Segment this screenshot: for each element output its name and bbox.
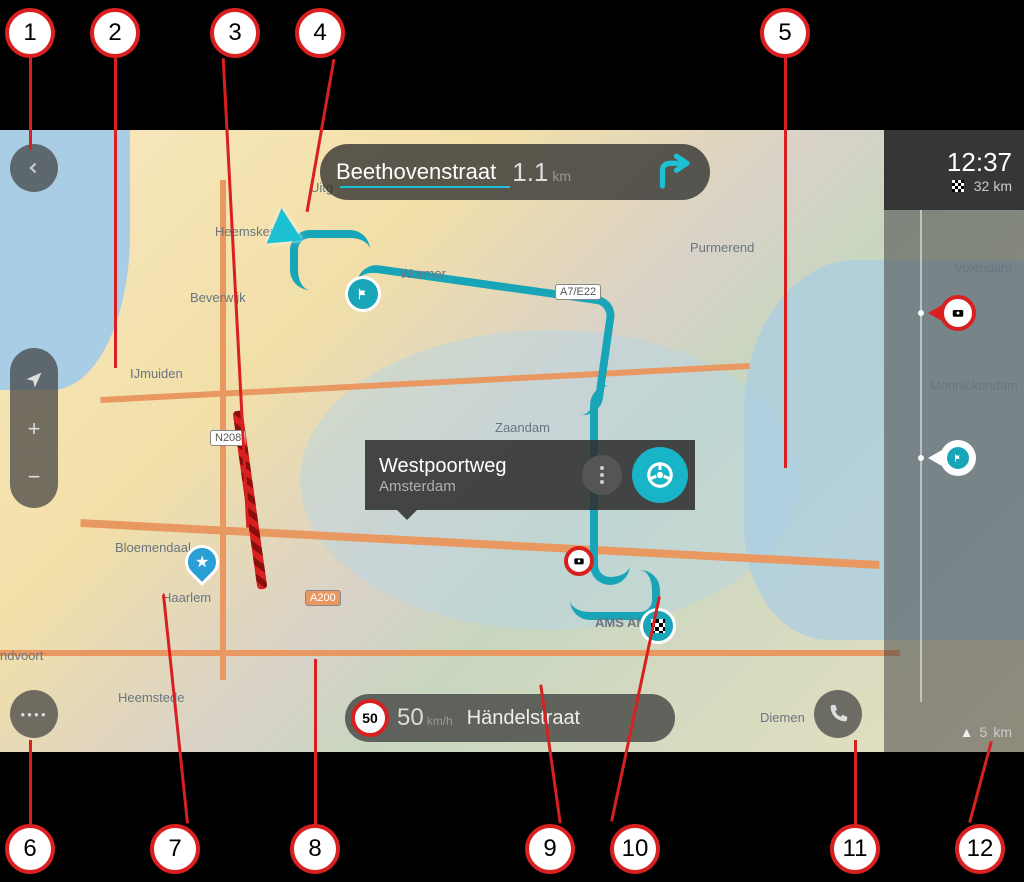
next-instruction-panel[interactable]: Beethovenstraat 1.1 km xyxy=(320,144,710,200)
phone-icon xyxy=(827,703,849,725)
zoom-panel: + − xyxy=(10,348,58,508)
city-label: Monnickendam xyxy=(930,378,1018,393)
route-bar[interactable]: 12:37 32 km ▲ 5 km Volendam Monnickendam xyxy=(884,130,1024,752)
road-badge: A200 xyxy=(305,590,341,606)
callout-2: 2 xyxy=(90,8,140,58)
callout-7: 7 xyxy=(150,824,200,874)
city-label: IJmuiden xyxy=(130,366,183,381)
location-more-button[interactable] xyxy=(582,455,622,495)
zoom-in-button[interactable]: + xyxy=(10,404,58,452)
callout-3: 3 xyxy=(210,8,260,58)
drive-here-button[interactable] xyxy=(632,447,688,503)
city-label: Haarlem xyxy=(162,590,211,605)
current-speed-value: 50 xyxy=(397,704,424,732)
city-label: Diemen xyxy=(760,710,805,725)
nav-arrow-icon xyxy=(24,370,44,390)
current-speed-unit: km/h xyxy=(427,714,453,728)
callout-line xyxy=(114,58,117,368)
route-waypoint-marker[interactable] xyxy=(940,440,984,476)
current-position-icon xyxy=(264,206,303,243)
camera-icon xyxy=(949,304,967,322)
callout-4: 4 xyxy=(295,8,345,58)
city-label: Bloemendaal xyxy=(115,540,191,555)
city-label: Wormer xyxy=(400,266,446,281)
cursor-arrow-icon: ▲ xyxy=(960,724,974,740)
callout-line xyxy=(784,58,787,468)
callout-line xyxy=(854,740,857,824)
callout-5: 5 xyxy=(760,8,810,58)
callout-10: 10 xyxy=(610,824,660,874)
callout-line xyxy=(29,58,32,150)
turn-right-icon xyxy=(652,151,694,193)
dot-icon xyxy=(600,480,604,484)
callout-line xyxy=(29,740,32,824)
arrival-time: 12:37 xyxy=(947,147,1012,178)
star-icon: ★ xyxy=(195,552,209,572)
route-camera-marker[interactable] xyxy=(940,295,984,331)
scale-value: 5 xyxy=(980,724,988,740)
flag-icon xyxy=(953,453,963,463)
map[interactable]: Heemskerk Beverwijk IJmuiden Bloemendaal… xyxy=(0,130,1024,752)
location-city: Amsterdam xyxy=(379,478,582,495)
route-scale: ▲ 5 km xyxy=(960,724,1012,740)
selected-location-panel: Westpoortweg Amsterdam xyxy=(365,440,695,510)
city-label: Purmerend xyxy=(690,240,754,255)
speed-camera-pin[interactable] xyxy=(564,546,594,576)
next-distance-unit: km xyxy=(552,168,571,184)
callout-11: 11 xyxy=(830,824,880,874)
city-label: Volendam xyxy=(954,260,1012,275)
current-street-name: Händelstraat xyxy=(467,707,580,730)
location-name: Westpoortweg xyxy=(379,455,582,478)
track-dot xyxy=(918,455,924,461)
arrival-panel: 12:37 32 km xyxy=(884,130,1024,210)
city-label: Zaandam xyxy=(495,420,550,435)
next-street-name: Beethovenstraat xyxy=(336,159,496,185)
flag-icon xyxy=(356,287,370,301)
remaining-distance-unit: km xyxy=(993,178,1012,194)
callout-line xyxy=(314,659,317,824)
back-button[interactable] xyxy=(10,144,58,192)
track-dot xyxy=(918,310,924,316)
destination-pin[interactable] xyxy=(640,608,676,644)
scale-unit: km xyxy=(993,724,1012,740)
dot-icon xyxy=(600,473,604,477)
checkered-flag-icon xyxy=(952,180,964,192)
callout-9: 9 xyxy=(525,824,575,874)
speed-street-bar: 50 50 km/h Händelstraat xyxy=(345,694,675,742)
menu-button[interactable]: ●●●● xyxy=(10,690,58,738)
city-label: ndvoort xyxy=(0,648,43,663)
callout-6: 6 xyxy=(5,824,55,874)
callout-1: 1 xyxy=(5,8,55,58)
road xyxy=(0,650,900,656)
zoom-out-button[interactable]: − xyxy=(10,452,58,500)
callout-12: 12 xyxy=(955,824,1005,874)
dot-icon xyxy=(600,466,604,470)
steering-wheel-icon xyxy=(645,460,675,490)
road-badge: A7/E22 xyxy=(555,284,601,300)
remaining-distance-value: 32 xyxy=(974,178,990,194)
camera-icon xyxy=(571,553,587,569)
nav-arrow-button[interactable] xyxy=(10,356,58,404)
route-track xyxy=(920,210,922,702)
menu-dots-icon: ●●●● xyxy=(20,710,47,719)
phone-button[interactable] xyxy=(814,690,862,738)
waypoint-pin[interactable] xyxy=(345,276,381,312)
progress-underline xyxy=(340,186,510,188)
next-distance-value: 1.1 xyxy=(512,157,548,188)
speed-limit-sign: 50 xyxy=(351,699,389,737)
callout-8: 8 xyxy=(290,824,340,874)
back-arrow-icon xyxy=(25,159,43,177)
